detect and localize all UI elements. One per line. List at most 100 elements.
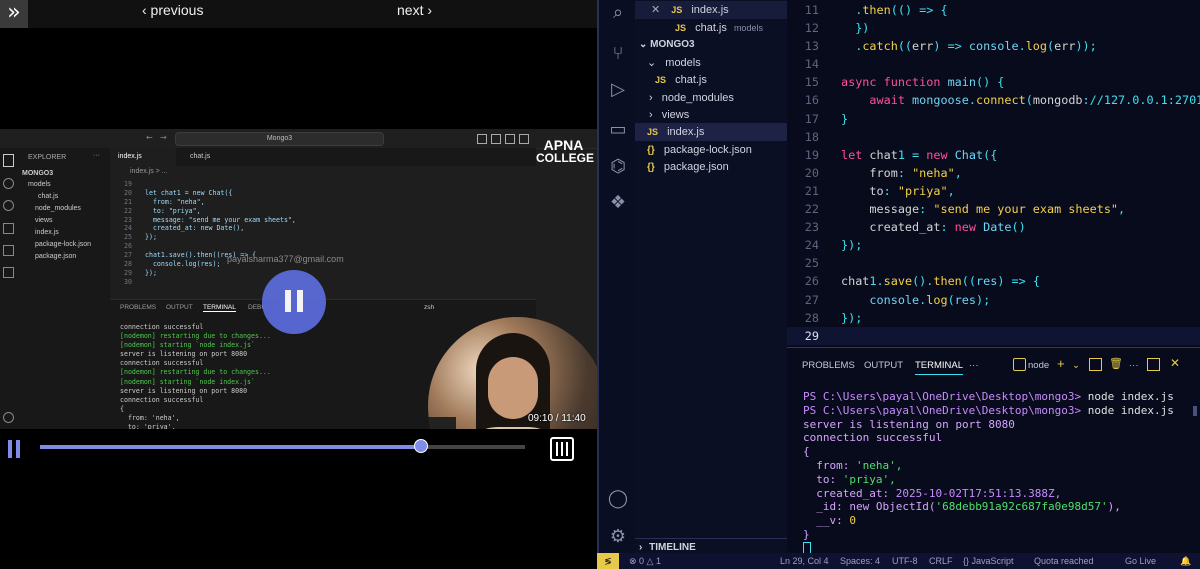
video-timecode: 09:10 / 11:40	[528, 413, 586, 424]
extensions-icon	[3, 267, 14, 278]
breadcrumb: index.js > ...	[130, 168, 168, 175]
search-icon[interactable]: ⌕	[607, 2, 629, 24]
seek-handle[interactable]	[414, 439, 429, 453]
go-live-button[interactable]: Go Live	[1125, 556, 1156, 566]
copilot-quota[interactable]: Quota reached	[1034, 556, 1094, 566]
prompt: PS C:\Users\payal\OneDrive\Desktop\mongo…	[803, 390, 1088, 403]
tree-folder-views[interactable]: › views	[635, 106, 787, 124]
tab-terminal[interactable]: TERMINAL	[915, 360, 964, 375]
code-token: new	[954, 220, 976, 235]
video-frame[interactable]: ← → Mongo3 EXPLORER ··· MONGO3 models ch…	[0, 129, 597, 429]
account-icon[interactable]: ◯	[607, 488, 629, 510]
value: 2025-10-02T17:51:13.388Z,	[895, 486, 1062, 500]
tree-file-package-lock[interactable]: {} package-lock.json	[635, 141, 787, 159]
pause-overlay-button[interactable]	[262, 270, 326, 334]
new-terminal-icon[interactable]: +	[1057, 356, 1065, 371]
close-icon[interactable]: ✕	[651, 4, 660, 16]
extensions-icon[interactable]: ❖	[607, 192, 629, 214]
account-icon	[3, 412, 14, 423]
problems-count[interactable]: ⊗ 0 △ 1	[629, 556, 661, 567]
code-line: 26 chat1.save().then((res) => {	[787, 272, 1200, 290]
pause-icon	[16, 440, 20, 458]
explorer-sidebar: ✕ JS index.js JS chat.js models ⌄ MONGO3…	[635, 0, 787, 553]
indentation[interactable]: Spaces: 4	[840, 556, 880, 566]
tab-output[interactable]: OUTPUT	[864, 360, 903, 371]
code-text: });	[841, 311, 862, 325]
code-text: message: "send me your exam sheets",	[841, 202, 1125, 216]
settings-gear-icon[interactable]: ⚙	[607, 526, 629, 548]
split-terminal-icon[interactable]	[1089, 358, 1102, 371]
expand-sidebar-button[interactable]: »	[0, 0, 28, 28]
cursor-position[interactable]: Ln 29, Col 4	[780, 556, 829, 566]
shell-name[interactable]: node	[1028, 360, 1049, 371]
encoding[interactable]: UTF-8	[892, 556, 918, 566]
layout-icon	[519, 134, 529, 144]
code-line: 18	[787, 128, 1200, 146]
more-icon[interactable]: ···	[1129, 360, 1139, 371]
code-line: 13 .catch((err) => console.log(err));	[787, 37, 1200, 55]
tree-label: package.json	[663, 161, 729, 173]
tree-folder-models[interactable]: ⌄ models	[635, 54, 787, 72]
python-icon[interactable]: ⌬	[607, 156, 629, 178]
recording-terminal-line: server is listening on port 8080	[120, 350, 248, 359]
trash-icon[interactable]: 🗑	[1109, 357, 1123, 370]
tab-chat-js: chat.js	[190, 153, 211, 160]
run-debug-icon[interactable]: ▷	[607, 79, 629, 101]
code-editor[interactable]: 11 .then(() => {12 }) 13 .catch((err) => …	[787, 0, 1200, 347]
code-text: .catch((err) => console.log(err));	[841, 39, 1097, 53]
tree-file-package-json[interactable]: {} package.json	[635, 158, 787, 176]
code-line: 22 message: "send me your exam sheets",	[787, 200, 1200, 218]
more-actions-icon[interactable]: ···	[969, 360, 979, 371]
value: 'priya',	[842, 472, 896, 486]
line-number: 29	[124, 268, 132, 277]
code-token: "neha"	[912, 165, 955, 180]
command: node index.js	[1087, 390, 1174, 403]
recording-code-line: 26	[110, 242, 536, 251]
tree-file-chat-js[interactable]: JS chat.js	[635, 71, 787, 89]
code-token: err	[1054, 39, 1076, 54]
maximize-panel-icon[interactable]	[1147, 358, 1160, 371]
remote-indicator[interactable]: ≶	[597, 553, 619, 569]
terminal-output[interactable]: PS C:\Users\payal\OneDrive\Desktop\mongo…	[803, 390, 1174, 556]
code-token: (	[1025, 93, 1033, 108]
tree-file-index-js[interactable]: JS index.js	[635, 123, 787, 141]
pause-icon	[8, 440, 12, 458]
open-editor-index-js[interactable]: ✕ JS index.js	[635, 1, 787, 19]
sliders-icon	[556, 442, 558, 456]
pause-button[interactable]	[6, 429, 24, 469]
scrollbar[interactable]	[1193, 406, 1197, 416]
previous-link[interactable]: ‹ previous	[142, 2, 203, 18]
chevron-down-icon: ⌄	[647, 57, 657, 69]
open-editor-path: models	[733, 23, 763, 33]
terminal-line: }	[803, 527, 810, 541]
next-link[interactable]: next ›	[397, 2, 432, 18]
code-line: 28});	[787, 309, 1200, 327]
tab-problems[interactable]: PROBLEMS	[802, 360, 855, 371]
value: '68debb91a92c687fa0e98d57'	[935, 500, 1108, 514]
remote-explorer-icon[interactable]: ▭	[607, 119, 629, 141]
timeline-label: TIMELINE	[649, 542, 696, 553]
chevron-down-icon[interactable]: ⌄	[1072, 360, 1080, 371]
project-root[interactable]: ⌄ MONGO3	[635, 36, 787, 54]
code-line: 23 created_at: new Date()	[787, 218, 1200, 236]
source-control-icon[interactable]: ⑂	[607, 43, 629, 65]
tree-folder-node-modules[interactable]: › node_modules	[635, 89, 787, 107]
code-token: connect	[975, 93, 1026, 108]
code-token: created_at	[869, 220, 941, 235]
microphone	[428, 417, 456, 429]
open-editor-chat-js[interactable]: JS chat.js models	[635, 19, 787, 37]
settings-button[interactable]	[550, 437, 574, 461]
code-token: ().	[912, 274, 934, 289]
language-mode[interactable]: {} JavaScript	[963, 556, 1014, 566]
notifications-icon[interactable]: 🔔	[1180, 556, 1191, 567]
command: node index.js	[1087, 403, 1174, 417]
code-line: 27 console.log(res);	[787, 291, 1200, 309]
code-token: ://127.0.0.1:2701	[1082, 93, 1200, 108]
code-token: Chat	[954, 147, 984, 162]
line-endings[interactable]: CRLF	[929, 556, 953, 566]
chevron-right-icon: ›	[639, 542, 643, 553]
close-panel-icon[interactable]: ✕	[1170, 356, 1180, 370]
recording-terminal-line: [nodemon] restarting due to changes...	[120, 332, 271, 341]
